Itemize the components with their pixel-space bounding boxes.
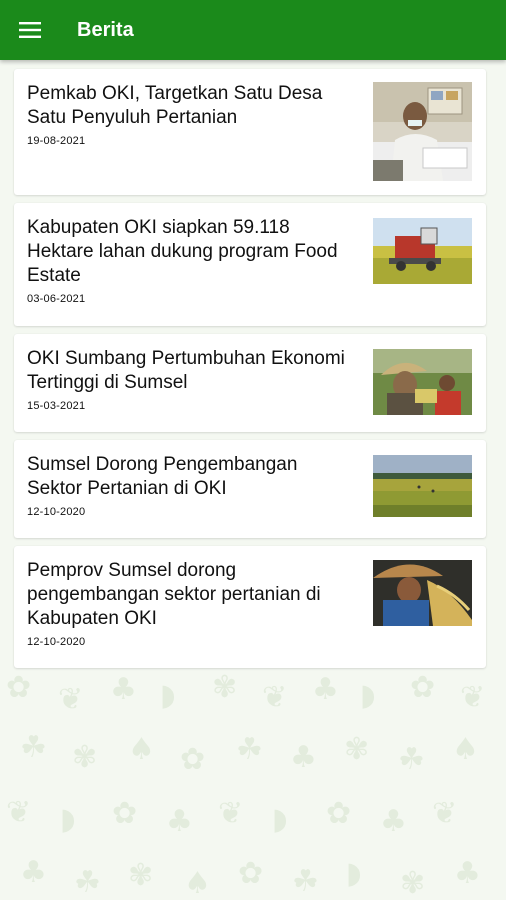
page-title: Berita <box>77 18 134 41</box>
news-title: Pemprov Sumsel dorong pengembangan sekto… <box>27 560 321 629</box>
news-date: 19-08-2021 <box>27 135 86 147</box>
news-date: 12-10-2020 <box>27 506 86 518</box>
news-card[interactable]: OKI Sumbang Pertumbuhan Ekonomi Tertingg… <box>14 334 486 432</box>
news-thumbnail <box>373 349 472 415</box>
news-thumbnail <box>373 560 472 626</box>
news-thumbnail <box>373 82 472 181</box>
news-list: Pemkab OKI, Targetkan Satu Desa Satu Pen… <box>14 69 486 676</box>
app-bar: Berita <box>0 0 506 60</box>
news-card[interactable]: Pemprov Sumsel dorong pengembangan sekto… <box>14 546 486 668</box>
news-title: Sumsel Dorong Pengembangan Sektor Pertan… <box>27 454 298 499</box>
news-title: OKI Sumbang Pertumbuhan Ekonomi Tertingg… <box>27 348 345 393</box>
news-date: 15-03-2021 <box>27 400 86 412</box>
news-date: 03-06-2021 <box>27 293 86 305</box>
menu-button[interactable] <box>0 0 60 60</box>
news-title: Pemkab OKI, Targetkan Satu Desa Satu Pen… <box>27 83 323 128</box>
hamburger-menu-icon <box>19 22 41 38</box>
news-thumbnail <box>373 218 472 284</box>
news-card[interactable]: Kabupaten OKI siapkan 59.118 Hektare lah… <box>14 203 486 326</box>
news-card[interactable]: Pemkab OKI, Targetkan Satu Desa Satu Pen… <box>14 69 486 195</box>
news-title: Kabupaten OKI siapkan 59.118 Hektare lah… <box>27 217 338 286</box>
news-thumbnail <box>373 455 472 517</box>
news-card[interactable]: Sumsel Dorong Pengembangan Sektor Pertan… <box>14 440 486 538</box>
news-date: 12-10-2020 <box>27 636 86 648</box>
